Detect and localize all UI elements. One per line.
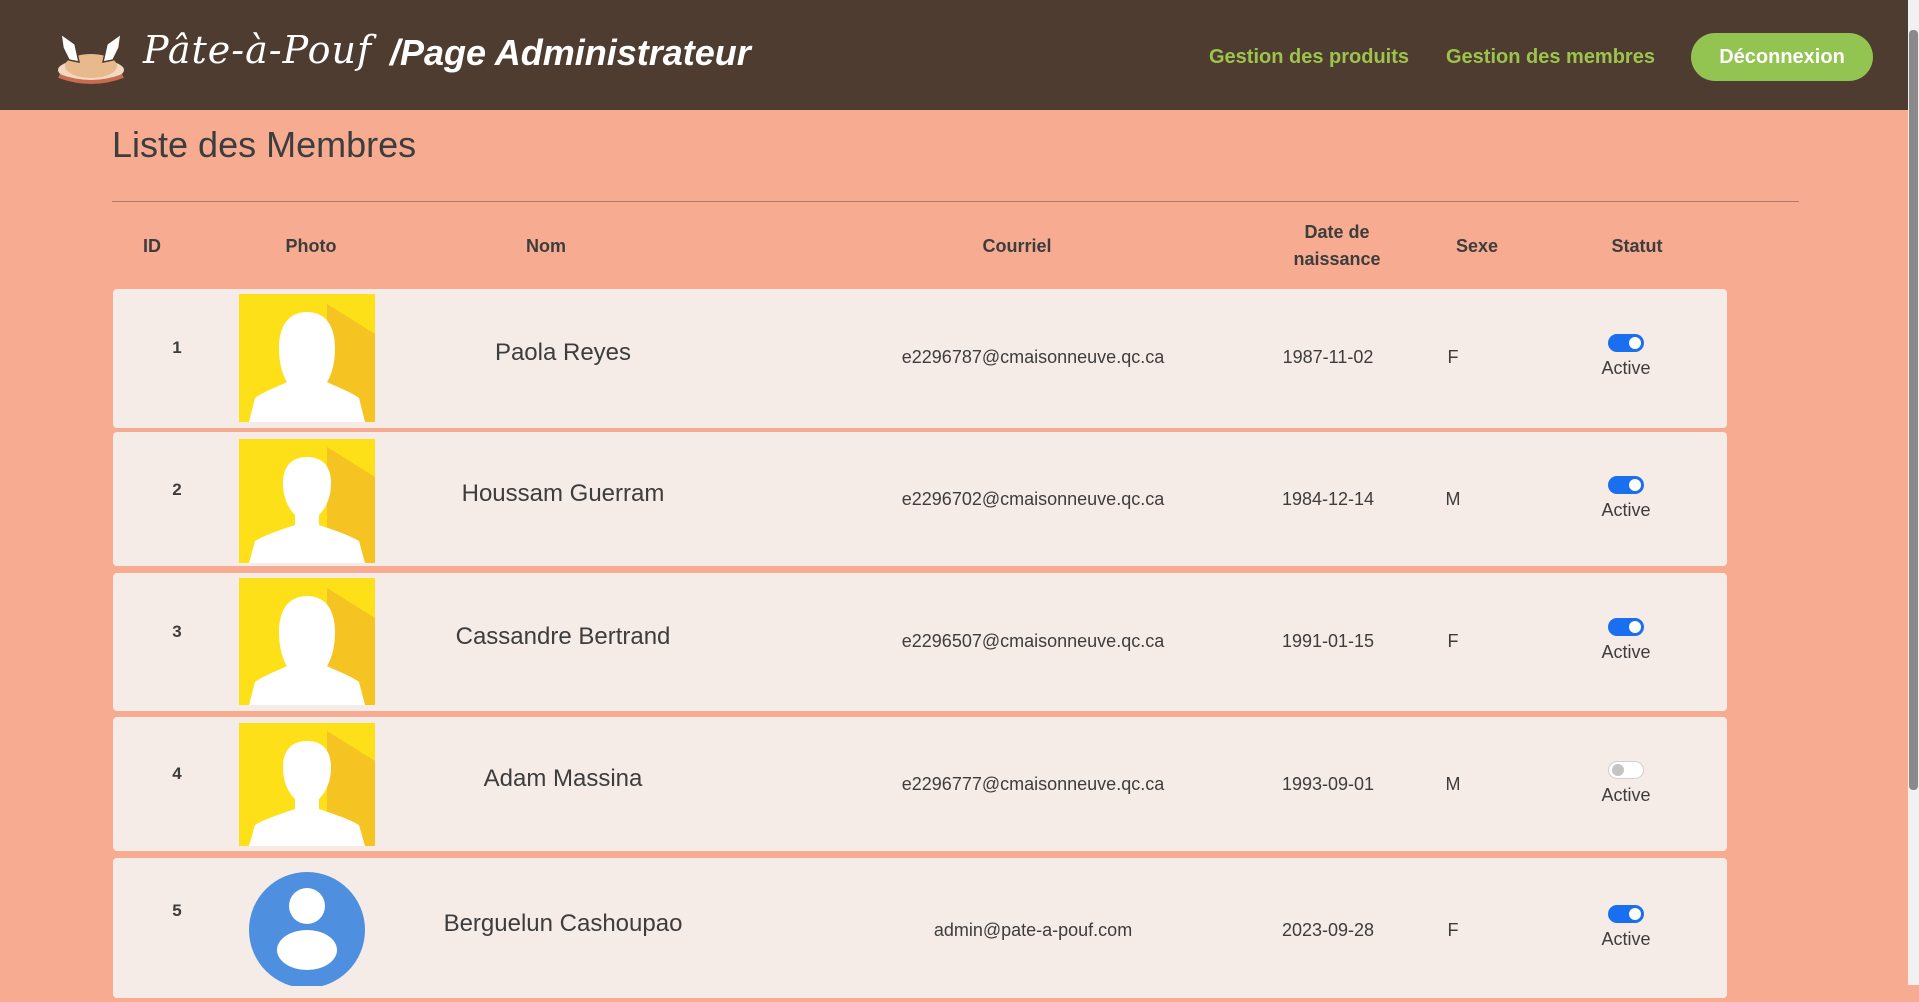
member-sex: M bbox=[1445, 773, 1461, 794]
column-header-status: Statut bbox=[1611, 235, 1663, 256]
toggle-knob bbox=[1612, 764, 1624, 776]
page-label: /Page Administrateur bbox=[390, 32, 751, 73]
member-id: 2 bbox=[172, 480, 182, 499]
status-label: Active bbox=[1601, 358, 1651, 378]
divider bbox=[112, 201, 1799, 202]
column-header-id: ID bbox=[143, 235, 161, 256]
member-birthdate: 1993-09-01 bbox=[1281, 773, 1375, 794]
toggle-knob bbox=[1629, 337, 1641, 349]
female-avatar-icon bbox=[239, 294, 375, 422]
member-birthdate: 1991-01-15 bbox=[1281, 630, 1375, 651]
member-email[interactable]: e2296777@cmaisonneuve.qc.ca bbox=[833, 717, 1233, 851]
member-name: Berguelun Cashoupao bbox=[443, 910, 683, 937]
logout-button[interactable]: Déconnexion bbox=[1691, 33, 1873, 81]
status-toggle[interactable] bbox=[1608, 618, 1644, 636]
member-name: Paola Reyes bbox=[494, 339, 632, 366]
scrollbar-thumb[interactable] bbox=[1909, 30, 1918, 790]
table-row[interactable]: 1 Paola Reyes e2296787@cmaisonneuve.qc.c… bbox=[113, 289, 1727, 428]
user-avatar-icon bbox=[249, 872, 365, 986]
status-control: Active bbox=[1586, 618, 1666, 678]
status-control: Active bbox=[1586, 761, 1666, 821]
member-name: Adam Massina bbox=[483, 765, 643, 792]
member-sex: F bbox=[1447, 346, 1459, 367]
top-navbar: Pâte-à-Pouf /Page Administrateur Gestion… bbox=[0, 0, 1908, 110]
member-id: 3 bbox=[172, 622, 182, 641]
member-email[interactable]: e2296507@cmaisonneuve.qc.ca bbox=[833, 573, 1233, 709]
page-title: Liste des Membres bbox=[112, 124, 417, 165]
column-header-photo: Photo bbox=[285, 235, 337, 256]
status-control: Active bbox=[1586, 476, 1666, 536]
male-avatar-icon bbox=[239, 723, 375, 846]
nav-link-products[interactable]: Gestion des produits bbox=[1209, 46, 1409, 69]
status-label: Active bbox=[1601, 500, 1651, 520]
brand-name[interactable]: Pâte-à-Pouf bbox=[143, 28, 372, 72]
column-header-sex: Sexe bbox=[1455, 235, 1499, 256]
member-birthdate: 1987-11-02 bbox=[1282, 346, 1374, 367]
male-avatar-icon bbox=[239, 439, 375, 563]
table-header: ID Photo Nom Courriel Date de naissance … bbox=[112, 215, 1727, 277]
member-birthdate: 1984-12-14 bbox=[1281, 488, 1375, 509]
member-id: 1 bbox=[172, 338, 182, 357]
table-row[interactable]: 3 Cassandre Bertrand e2296507@cmaisonneu… bbox=[113, 573, 1727, 711]
table-row[interactable]: 2 Houssam Guerram e2296702@cmaisonneuve.… bbox=[113, 432, 1727, 566]
status-toggle[interactable] bbox=[1608, 761, 1644, 779]
member-email[interactable]: admin@pate-a-pouf.com bbox=[833, 858, 1233, 1002]
column-header-name: Nom bbox=[526, 235, 566, 256]
toggle-knob bbox=[1629, 621, 1641, 633]
table-row[interactable]: 4 Adam Massina e2296777@cmaisonneuve.qc.… bbox=[113, 717, 1727, 851]
table-row[interactable]: 5 Berguelun Cashoupao admin@pate-a-pouf.… bbox=[113, 858, 1727, 998]
member-birthdate: 2023-09-28 bbox=[1281, 919, 1375, 940]
member-sex: F bbox=[1447, 630, 1459, 651]
status-toggle[interactable] bbox=[1608, 476, 1644, 494]
status-control: Active bbox=[1586, 334, 1666, 394]
scrollbar[interactable] bbox=[1908, 0, 1919, 985]
member-name: Houssam Guerram bbox=[461, 480, 665, 507]
toggle-knob bbox=[1629, 479, 1641, 491]
nav-link-members[interactable]: Gestion des membres bbox=[1446, 46, 1655, 69]
toggle-knob bbox=[1629, 908, 1641, 920]
status-control: Active bbox=[1586, 905, 1666, 965]
column-header-email: Courriel bbox=[982, 235, 1052, 256]
member-id: 4 bbox=[172, 764, 182, 783]
column-header-birthdate: Date de naissance bbox=[1293, 222, 1381, 269]
logo-icon[interactable] bbox=[55, 26, 127, 86]
member-sex: M bbox=[1445, 488, 1461, 509]
member-id: 5 bbox=[172, 901, 182, 920]
status-toggle[interactable] bbox=[1608, 334, 1644, 352]
member-email[interactable]: e2296787@cmaisonneuve.qc.ca bbox=[833, 289, 1233, 425]
status-label: Active bbox=[1601, 929, 1651, 949]
status-toggle[interactable] bbox=[1608, 905, 1644, 923]
female-avatar-icon bbox=[239, 578, 375, 705]
member-email[interactable]: e2296702@cmaisonneuve.qc.ca bbox=[833, 432, 1233, 566]
member-name: Cassandre Bertrand bbox=[455, 623, 671, 650]
status-label: Active bbox=[1601, 642, 1651, 662]
member-sex: F bbox=[1447, 919, 1459, 940]
status-label: Active bbox=[1601, 785, 1651, 805]
